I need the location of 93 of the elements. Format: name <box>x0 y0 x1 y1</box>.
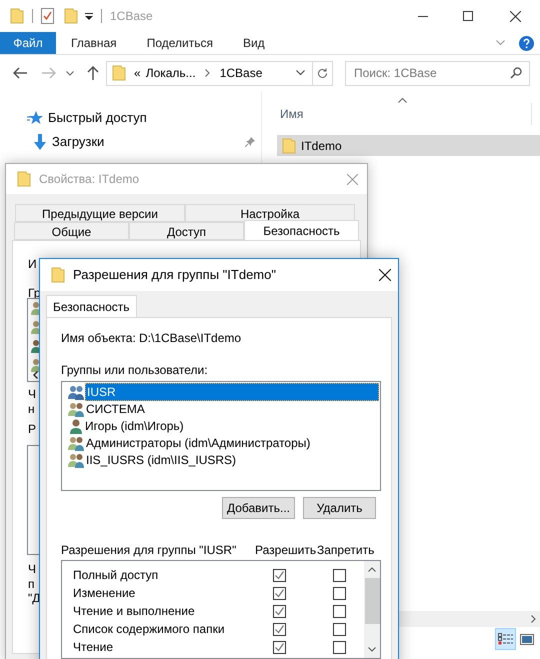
checkbox[interactable] <box>333 604 346 618</box>
ribbon-tab[interactable]: Главная <box>56 32 132 54</box>
file-row[interactable]: ITdemo <box>277 135 540 156</box>
checkbox[interactable] <box>273 640 286 654</box>
search-icon <box>510 66 522 78</box>
address-bar[interactable]: « Локаль... 1CBase <box>106 60 333 86</box>
column-header: Разрешить <box>255 542 317 559</box>
back-arrow-icon[interactable] <box>13 67 27 79</box>
scroll-left-icon[interactable] <box>33 371 38 379</box>
label-fragment: п <box>28 576 34 593</box>
nav-item[interactable]: Быстрый доступ <box>0 109 261 127</box>
pin-icon[interactable] <box>245 137 255 147</box>
field-label: Имя объекта: <box>61 330 137 347</box>
checkbox[interactable] <box>333 568 346 582</box>
tab[interactable]: Доступ <box>129 222 244 240</box>
checkbox[interactable] <box>333 586 346 600</box>
breadcrumb[interactable]: Локаль... <box>146 64 196 82</box>
breadcrumb[interactable]: « <box>134 64 141 82</box>
dialog-title: Свойства: ITdemo <box>39 171 140 188</box>
scroll-right-icon[interactable] <box>531 615 536 623</box>
permission-name: Список содержимого папки <box>73 621 226 638</box>
up-arrow-icon[interactable] <box>87 66 99 80</box>
details-view-button[interactable] <box>495 628 516 650</box>
folder-icon <box>51 267 65 283</box>
close-icon[interactable] <box>510 10 520 22</box>
window-title: 1CBase <box>110 8 153 25</box>
dialog-title: Разрешения для группы "ITdemo" <box>73 266 276 284</box>
close-icon[interactable] <box>379 269 391 281</box>
folder-icon <box>112 65 126 81</box>
list-item[interactable]: Игорь (idm\Игорь) <box>63 417 379 434</box>
folder-icon <box>10 8 24 24</box>
users-icon <box>31 300 39 316</box>
user-icon <box>68 418 84 434</box>
users-icon <box>31 319 39 335</box>
checkbox[interactable] <box>273 604 286 618</box>
list-item[interactable]: СИСТЕМА <box>63 400 379 417</box>
chevron-icon[interactable] <box>66 70 74 76</box>
help-icon[interactable] <box>519 36 534 50</box>
column-header: Запретить <box>317 542 374 559</box>
list-item[interactable]: Администраторы (idm\Администраторы) <box>63 434 379 451</box>
checkbox[interactable] <box>333 622 346 636</box>
users-icon <box>68 384 85 400</box>
permission-name: Изменение <box>73 585 136 602</box>
permission-name: Полный доступ <box>73 567 160 584</box>
label-fragment: Ч <box>28 561 36 578</box>
ribbon-tab[interactable]: Поделиться <box>132 32 228 54</box>
checkbox[interactable] <box>273 568 286 582</box>
large-icons-view-icon[interactable] <box>520 634 534 644</box>
user-icon <box>31 338 39 354</box>
ribbon-tab[interactable]: Файл <box>0 32 56 54</box>
column-header[interactable]: Имя <box>280 105 304 123</box>
checkbox[interactable] <box>273 622 286 636</box>
section-label: Разрешения для группы "IUSR" <box>61 542 238 559</box>
scroll-up-icon[interactable] <box>368 567 376 572</box>
checkbox[interactable] <box>333 640 346 654</box>
label-fragment: Ч <box>28 386 36 403</box>
section-label: Группы или пользователи: <box>61 362 209 379</box>
ribbon-tab[interactable]: Вид <box>228 32 280 54</box>
tab[interactable]: Настройка <box>185 204 355 222</box>
folder-icon <box>64 8 78 24</box>
remove-button[interactable]: Удалить <box>303 497 376 519</box>
users-icon <box>68 400 85 416</box>
object-path: D:\1CBase\ITdemo <box>139 330 242 347</box>
permission-name: Чтение и выполнение <box>73 603 196 620</box>
add-button[interactable]: Добавить... <box>222 497 295 519</box>
users-icon <box>68 452 85 468</box>
tab[interactable]: Общие <box>14 222 129 240</box>
checkbox[interactable] <box>273 586 286 600</box>
chevron-right-icon <box>204 69 210 77</box>
refresh-icon[interactable] <box>317 68 328 78</box>
checklist-icon[interactable] <box>41 8 54 24</box>
folder-icon <box>17 171 31 187</box>
list-item[interactable]: IIS_IUSRS (idm\IIS_IUSRS) <box>63 451 379 468</box>
label-fragment: И <box>28 256 37 273</box>
download-arrow-icon <box>33 134 47 150</box>
vertical-scrollbar[interactable] <box>364 561 380 658</box>
folder-icon <box>282 138 296 154</box>
star-icon <box>27 111 43 125</box>
users-icon <box>68 434 85 450</box>
tab[interactable]: Предыдущие версии <box>15 204 185 222</box>
tab[interactable]: Безопасность <box>244 220 359 240</box>
dropdown-icon[interactable] <box>85 12 93 20</box>
permission-name: Чтение <box>73 639 114 656</box>
breadcrumb[interactable]: 1CBase <box>220 64 262 82</box>
tab[interactable]: Безопасность <box>46 295 137 317</box>
scroll-down-icon[interactable] <box>368 647 376 652</box>
chevron-icon[interactable] <box>296 70 305 76</box>
label-fragment: Р <box>28 421 36 438</box>
label-fragment: н <box>28 401 35 418</box>
users-icon <box>31 357 39 373</box>
search-field[interactable]: Поиск: 1CBase <box>345 60 530 86</box>
nav-item[interactable]: Загрузки <box>0 133 261 151</box>
sort-caret-icon <box>398 98 407 103</box>
